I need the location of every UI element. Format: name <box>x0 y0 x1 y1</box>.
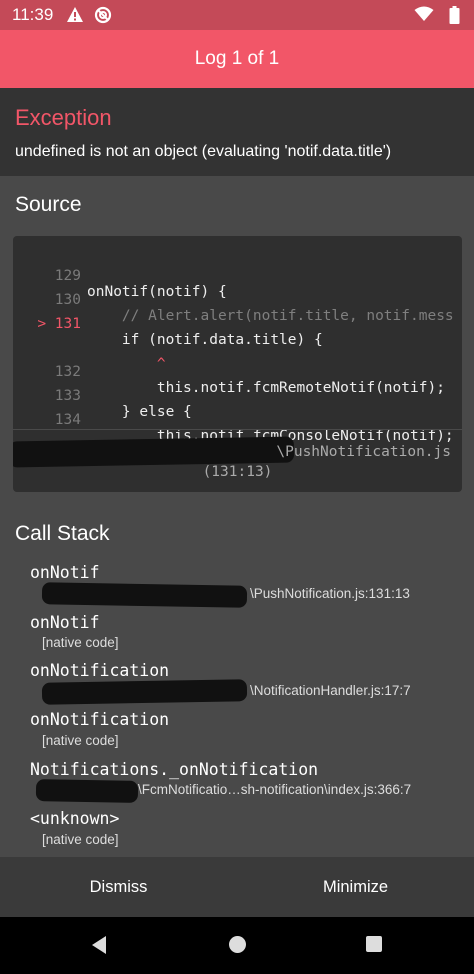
divider <box>13 429 462 430</box>
frame-name: onNotif <box>30 613 100 632</box>
no-entry-icon <box>94 6 112 29</box>
code-text: // Alert.alert(notif.title, notif.mess <box>87 308 454 324</box>
home-icon[interactable] <box>228 935 247 959</box>
code-text: onNotif(notif) { <box>87 284 227 300</box>
wifi-icon <box>414 6 434 27</box>
frame-name: Notifications._onNotification <box>30 760 319 779</box>
code-line-caret: ^ <box>13 324 166 372</box>
frame-name: onNotif <box>30 563 100 582</box>
exception-panel: Exception undefined is not an object (ev… <box>0 88 474 176</box>
action-bar: Dismiss Minimize <box>0 857 474 917</box>
stack-frame[interactable]: onNotification <box>30 661 169 680</box>
status-bar: 11:39 <box>0 0 474 30</box>
redaction-scribble <box>41 679 248 705</box>
call-stack-title: Call Stack <box>15 522 110 545</box>
frame-name: <unknown> <box>30 809 120 828</box>
stack-frame[interactable]: <unknown> <box>30 809 119 828</box>
back-icon[interactable] <box>90 935 108 960</box>
exception-message: undefined is not an object (evaluating '… <box>15 143 392 160</box>
redaction-scribble <box>35 779 139 803</box>
exception-title: Exception <box>15 105 112 130</box>
stack-frame[interactable]: onNotification <box>30 710 169 729</box>
frame-location: [native code] <box>42 635 119 650</box>
source-title: Source <box>15 193 82 216</box>
code-line: 134 this.notif.fcmConsoleNotif(notif); <box>13 396 454 444</box>
frame-name: onNotification <box>30 661 170 680</box>
battery-icon <box>449 6 460 29</box>
code-line: 133 } else { <box>13 372 192 420</box>
minimize-button[interactable]: Minimize <box>237 857 474 917</box>
code-text: } else { <box>87 404 192 420</box>
stack-frame[interactable]: onNotif <box>30 613 100 632</box>
code-text: if (notif.data.title) { <box>87 332 323 348</box>
navigation-bar <box>0 917 474 974</box>
frame-location: \PushNotification.js:131:13 <box>250 586 410 601</box>
alert-icon <box>66 6 84 28</box>
status-time: 11:39 <box>12 5 54 24</box>
code-line-active: > 131 if (notif.data.title) { <box>13 300 322 348</box>
log-header: Log 1 of 1 <box>0 30 474 88</box>
log-content[interactable]: Source 129 onNotif(notif) { 130 // Alert… <box>0 176 474 857</box>
code-line: 132 this.notif.fcmRemoteNotif(notif); <box>13 348 445 396</box>
recents-icon[interactable] <box>365 935 383 958</box>
source-file-position: (131:13) <box>202 464 273 480</box>
dismiss-button[interactable]: Dismiss <box>0 857 237 917</box>
source-code-box[interactable]: 129 onNotif(notif) { 130 // Alert.alert(… <box>13 236 462 492</box>
frame-location: [native code] <box>42 733 119 748</box>
frame-location: [native code] <box>42 832 119 847</box>
frame-name: onNotification <box>30 710 170 729</box>
source-file-path: \PushNotification.js <box>276 444 451 460</box>
stack-frame[interactable]: onNotif <box>30 563 100 582</box>
code-line: 130 // Alert.alert(notif.title, notif.me… <box>13 276 454 324</box>
line-number: 134 <box>54 412 81 428</box>
frame-location: \NotificationHandler.js:17:7 <box>250 683 411 698</box>
error-caret: ^ <box>87 356 166 372</box>
code-line: 129 onNotif(notif) { <box>13 252 227 300</box>
frame-location: \FcmNotificatio…sh-notification\index.js… <box>138 782 412 797</box>
code-text: this.notif.fcmRemoteNotif(notif); <box>87 380 445 396</box>
redaction-scribble <box>41 582 248 608</box>
stack-frame[interactable]: Notifications._onNotification <box>30 760 318 779</box>
